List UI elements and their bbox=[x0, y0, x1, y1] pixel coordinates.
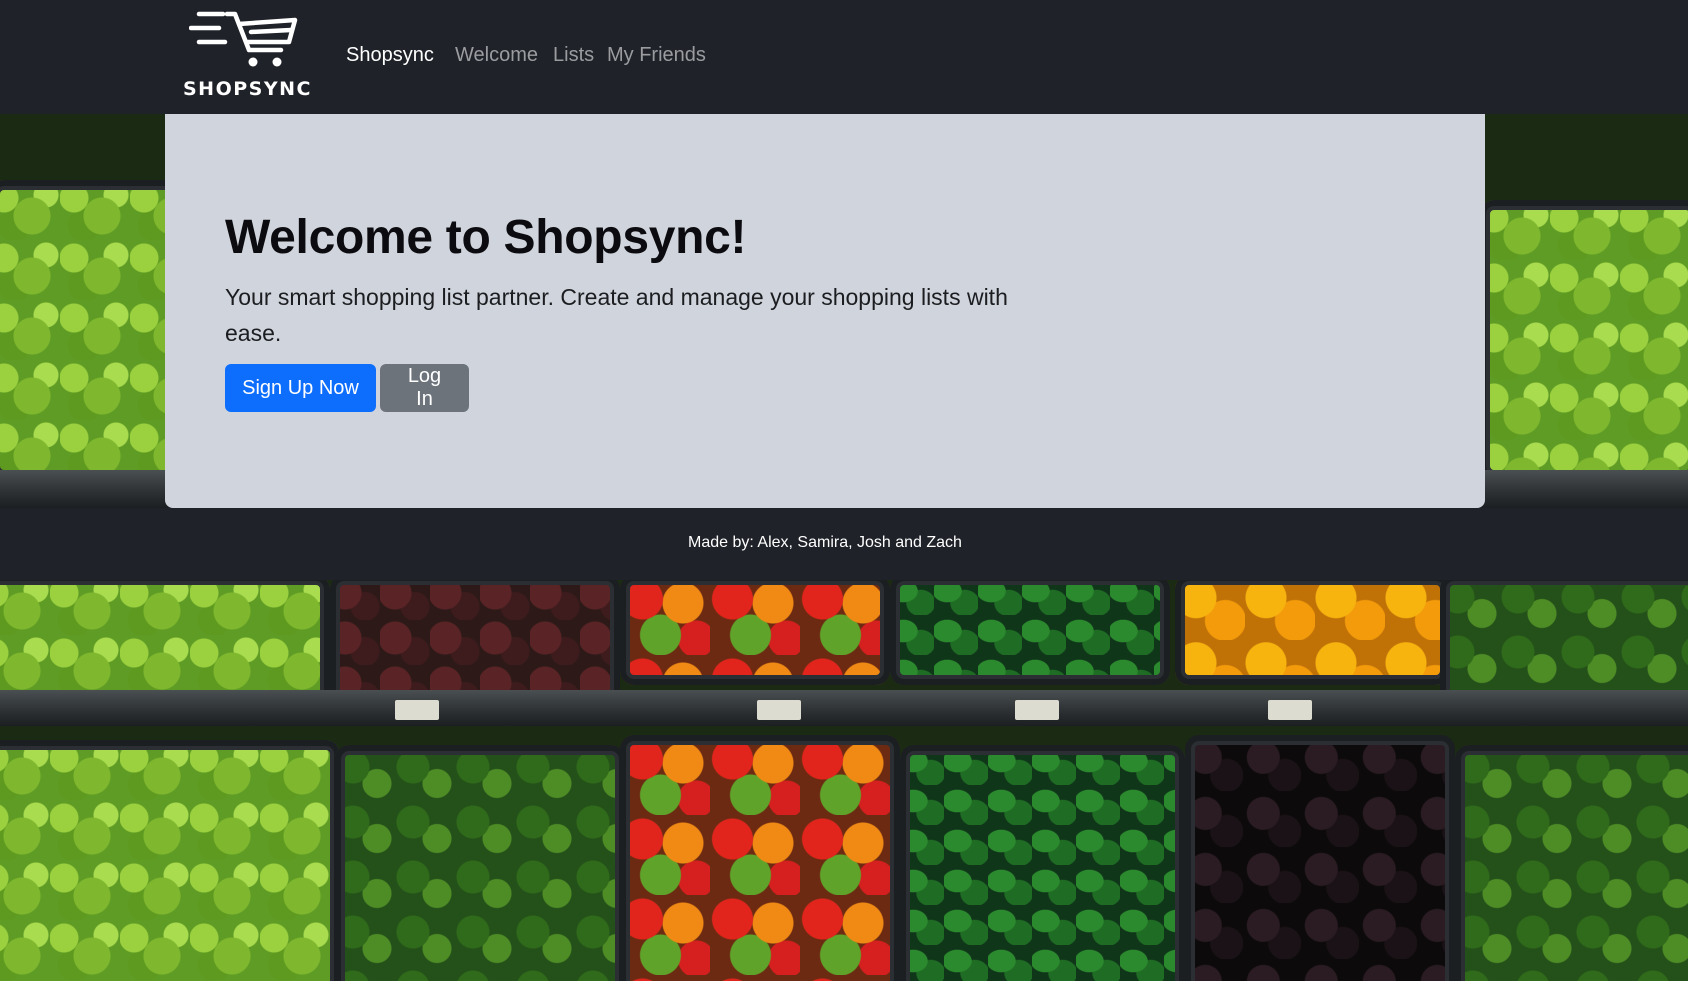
hero-card: Welcome to Shopsync! Your smart shopping… bbox=[165, 114, 1485, 508]
cart-logo-icon bbox=[189, 11, 298, 67]
brand-logo-link[interactable]: SHOPSYNC bbox=[183, 10, 312, 102]
price-tag bbox=[1268, 700, 1312, 720]
footer-credits: Made by: Alex, Samira, Josh and Zach bbox=[688, 534, 962, 551]
price-tag bbox=[757, 700, 801, 720]
footer: Made by: Alex, Samira, Josh and Zach bbox=[0, 508, 1688, 580]
price-tag bbox=[1015, 700, 1059, 720]
lettuce-bin bbox=[0, 180, 180, 480]
spinach-bin bbox=[1455, 745, 1688, 981]
peppers-bin bbox=[620, 575, 890, 685]
mixed-peppers-bin bbox=[620, 735, 900, 981]
red-leaf-bin bbox=[330, 575, 620, 705]
cucumbers-bin-2 bbox=[900, 745, 1185, 981]
brand-name: SHOPSYNC bbox=[183, 78, 312, 100]
nav-link-welcome[interactable]: Welcome bbox=[455, 44, 538, 67]
cucumbers-bin bbox=[890, 575, 1170, 685]
mixed-lettuce-bin bbox=[0, 740, 340, 981]
lettuce-bin-2 bbox=[0, 575, 330, 705]
nav-brand-link[interactable]: Shopsync bbox=[346, 44, 434, 67]
hero-lead-text: Your smart shopping list partner. Create… bbox=[225, 284, 1008, 346]
log-in-button[interactable]: Log In bbox=[380, 364, 469, 412]
shelf-middle bbox=[0, 690, 1688, 726]
hero-title: Welcome to Shopsync! bbox=[225, 211, 747, 264]
parsley-bin bbox=[335, 745, 625, 981]
sign-up-button[interactable]: Sign Up Now bbox=[225, 364, 376, 412]
nav-link-lists[interactable]: Lists bbox=[553, 44, 594, 67]
leafy-greens-bin bbox=[1480, 200, 1688, 480]
price-tag bbox=[395, 700, 439, 720]
eggplant-bin bbox=[1185, 735, 1455, 981]
yellow-peppers-bin bbox=[1175, 575, 1450, 685]
nav-link-my-friends[interactable]: My Friends bbox=[607, 44, 706, 67]
navbar: SHOPSYNC Shopsync Welcome Lists My Frien… bbox=[0, 0, 1688, 114]
